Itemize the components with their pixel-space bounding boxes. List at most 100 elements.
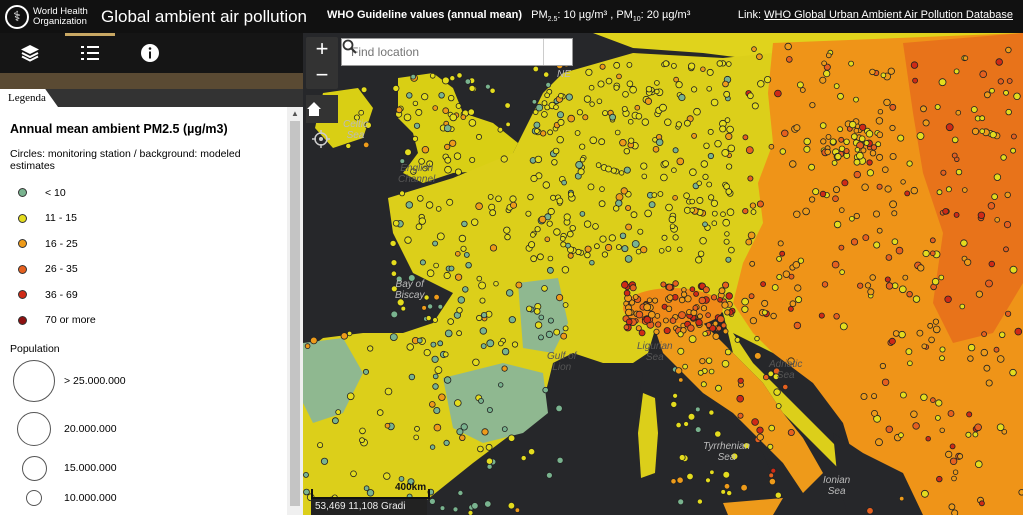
station-marker[interactable] bbox=[346, 330, 353, 337]
station-marker[interactable] bbox=[972, 431, 979, 438]
station-marker[interactable] bbox=[706, 85, 713, 92]
station-marker[interactable] bbox=[702, 173, 709, 180]
station-marker[interactable] bbox=[900, 179, 906, 185]
station-marker[interactable] bbox=[985, 379, 993, 387]
station-marker[interactable] bbox=[648, 201, 656, 209]
station-marker[interactable] bbox=[556, 135, 564, 144]
station-marker[interactable] bbox=[673, 76, 679, 83]
station-marker[interactable] bbox=[723, 483, 731, 490]
station-marker[interactable] bbox=[692, 304, 699, 311]
station-marker[interactable] bbox=[854, 147, 861, 153]
station-marker[interactable] bbox=[782, 383, 789, 391]
station-marker[interactable] bbox=[939, 427, 945, 433]
station-marker[interactable] bbox=[660, 173, 668, 182]
station-marker[interactable] bbox=[623, 166, 631, 174]
station-marker[interactable] bbox=[629, 85, 637, 94]
station-marker[interactable] bbox=[468, 84, 476, 92]
station-marker[interactable] bbox=[718, 287, 726, 295]
station-marker[interactable] bbox=[803, 137, 811, 146]
station-marker[interactable] bbox=[509, 195, 517, 203]
station-marker[interactable] bbox=[412, 135, 419, 142]
station-marker[interactable] bbox=[949, 443, 956, 450]
station-marker[interactable] bbox=[843, 148, 850, 155]
station-marker[interactable] bbox=[853, 170, 861, 179]
station-marker[interactable] bbox=[689, 207, 695, 213]
station-marker[interactable] bbox=[579, 156, 586, 163]
station-marker[interactable] bbox=[907, 360, 913, 367]
station-marker[interactable] bbox=[489, 209, 497, 217]
station-marker[interactable] bbox=[672, 392, 679, 399]
station-marker[interactable] bbox=[672, 195, 678, 201]
station-marker[interactable] bbox=[938, 78, 947, 87]
station-marker[interactable] bbox=[696, 180, 702, 186]
station-marker[interactable] bbox=[959, 303, 966, 310]
station-marker[interactable] bbox=[993, 173, 1002, 181]
station-marker[interactable] bbox=[722, 470, 731, 479]
station-marker[interactable] bbox=[303, 488, 310, 496]
station-marker[interactable] bbox=[669, 223, 676, 230]
station-marker[interactable] bbox=[556, 197, 564, 205]
station-marker[interactable] bbox=[751, 418, 759, 426]
station-marker[interactable] bbox=[833, 220, 842, 229]
station-marker[interactable] bbox=[593, 243, 600, 250]
station-marker[interactable] bbox=[859, 123, 867, 131]
station-marker[interactable] bbox=[751, 102, 759, 110]
station-marker[interactable] bbox=[899, 495, 905, 502]
station-marker[interactable] bbox=[997, 78, 1004, 85]
station-marker[interactable] bbox=[589, 101, 595, 107]
database-link[interactable]: WHO Global Urban Ambient Air Pollution D… bbox=[764, 9, 1013, 21]
station-marker[interactable] bbox=[724, 117, 731, 123]
station-marker[interactable] bbox=[700, 66, 706, 72]
station-marker[interactable] bbox=[955, 109, 962, 116]
scroll-thumb[interactable] bbox=[290, 121, 300, 506]
station-marker[interactable] bbox=[542, 386, 549, 394]
station-marker[interactable] bbox=[951, 475, 957, 482]
station-marker[interactable] bbox=[866, 159, 873, 166]
station-marker[interactable] bbox=[563, 213, 571, 221]
station-marker[interactable] bbox=[534, 226, 541, 233]
station-marker[interactable] bbox=[561, 266, 570, 274]
station-marker[interactable] bbox=[613, 61, 621, 69]
station-marker[interactable] bbox=[635, 113, 643, 120]
station-marker[interactable] bbox=[389, 239, 397, 247]
station-marker[interactable] bbox=[443, 124, 452, 133]
station-marker[interactable] bbox=[669, 317, 677, 324]
station-marker[interactable] bbox=[939, 355, 945, 362]
station-marker[interactable] bbox=[895, 246, 904, 255]
station-marker[interactable] bbox=[955, 168, 963, 176]
station-marker[interactable] bbox=[721, 149, 730, 157]
station-marker[interactable] bbox=[770, 312, 777, 320]
station-marker[interactable] bbox=[716, 325, 722, 332]
station-marker[interactable] bbox=[550, 194, 557, 201]
station-marker[interactable] bbox=[487, 193, 494, 200]
station-marker[interactable] bbox=[979, 70, 987, 78]
station-marker[interactable] bbox=[384, 422, 391, 429]
map-view[interactable]: Celtic Sea English Channel Bay of Biscay Gu… bbox=[303, 33, 1023, 515]
station-marker[interactable] bbox=[737, 412, 744, 419]
station-marker[interactable] bbox=[358, 109, 364, 116]
station-marker[interactable] bbox=[383, 472, 391, 480]
station-marker[interactable] bbox=[702, 221, 708, 228]
station-marker[interactable] bbox=[629, 284, 637, 292]
station-marker[interactable] bbox=[577, 168, 585, 176]
station-marker[interactable] bbox=[691, 133, 698, 139]
station-marker[interactable] bbox=[885, 254, 893, 261]
station-marker[interactable] bbox=[707, 194, 715, 201]
station-marker[interactable] bbox=[505, 121, 511, 128]
station-marker[interactable] bbox=[696, 196, 704, 204]
station-marker[interactable] bbox=[905, 348, 913, 356]
station-marker[interactable] bbox=[678, 296, 686, 304]
station-marker[interactable] bbox=[455, 103, 462, 109]
station-marker[interactable] bbox=[722, 80, 729, 88]
station-marker[interactable] bbox=[613, 84, 620, 91]
station-marker[interactable] bbox=[662, 160, 670, 168]
station-marker[interactable] bbox=[853, 96, 859, 103]
station-marker[interactable] bbox=[495, 195, 502, 203]
station-marker[interactable] bbox=[560, 241, 567, 248]
station-marker[interactable] bbox=[584, 245, 592, 253]
station-marker[interactable] bbox=[889, 153, 897, 161]
station-marker[interactable] bbox=[761, 299, 769, 307]
station-marker[interactable] bbox=[725, 163, 733, 170]
station-marker[interactable] bbox=[875, 438, 883, 447]
station-marker[interactable] bbox=[504, 102, 511, 109]
